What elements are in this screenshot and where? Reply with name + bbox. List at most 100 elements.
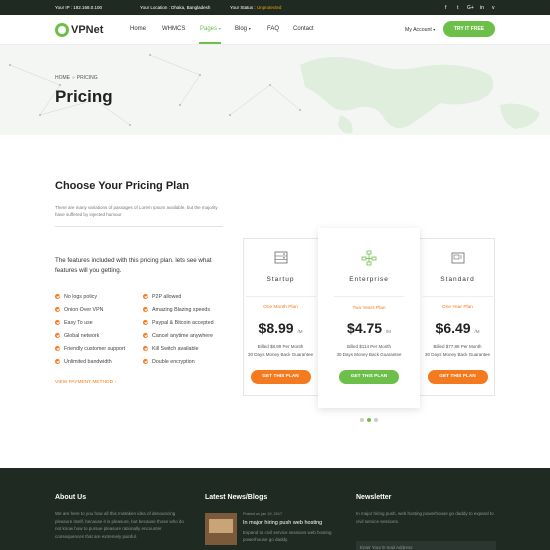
breadcrumb-current: PRICING (76, 75, 98, 81)
plan-period: One Year Plan (442, 305, 473, 310)
footer-newsletter-title: Newsletter (356, 494, 392, 501)
feature-label: Double encryption (152, 359, 195, 365)
check-icon (55, 320, 60, 326)
plan-billed: Billed $114 Per Month (347, 344, 391, 349)
breadcrumb-home[interactable]: HOME (55, 75, 70, 81)
divider (245, 296, 316, 297)
google-plus-icon[interactable]: G+ (467, 5, 474, 11)
nav-faq[interactable]: FAQ (267, 26, 279, 32)
feature-item: Friendly customer support (55, 346, 125, 352)
carousel-dot-active[interactable] (367, 418, 371, 422)
vimeo-icon[interactable]: v (492, 5, 495, 11)
plan-card-enterprise: Enterprise Two Years Plan $4.75 /M Bille… (318, 228, 420, 408)
location-value: Dhaka, Bangladesh (171, 5, 211, 10)
linkedin-icon[interactable]: in (480, 5, 484, 11)
check-icon (143, 320, 148, 326)
status-label: Your Status : (230, 5, 257, 10)
check-icon (143, 333, 148, 339)
get-plan-button[interactable]: GET THIS PLAN (427, 370, 488, 384)
view-payment-method-link[interactable]: VIEW PAYMENT METHOD › (55, 380, 116, 385)
check-icon (143, 359, 148, 365)
price-value: $6.49 (435, 320, 471, 336)
plan-name: Startup (266, 276, 295, 283)
feature-item: P2P allowed (143, 294, 181, 300)
ip-label: Your IP : (55, 5, 74, 10)
my-account-label: My Account (405, 27, 432, 33)
carousel-dot[interactable] (360, 418, 364, 422)
price-value: $8.99 (258, 320, 294, 336)
feature-label: Onion Over VPN (64, 307, 104, 313)
nav-pages[interactable]: Pages ▾ (200, 26, 221, 32)
nav-pages-label: Pages (200, 26, 218, 32)
ip-value: 192.168.0.100 (73, 5, 103, 10)
footer: About Us We are here to you how all this… (0, 468, 550, 550)
check-icon (55, 359, 60, 365)
footer-about-title: About Us (55, 494, 87, 501)
feature-item: Cancel anytime anywhere (143, 333, 213, 339)
page-title: Pricing (55, 87, 113, 106)
nav-blog-label: Blog (235, 26, 248, 32)
plan-card-standard: Standard One Year Plan $6.49 /M Billed $… (420, 238, 495, 396)
feature-item: Double encryption (143, 359, 195, 365)
news-item-body: Expand to civil service sessions web hos… (243, 530, 332, 542)
carousel-dot[interactable] (374, 418, 378, 422)
news-item-title[interactable]: In major hiring push web hosting (243, 520, 322, 526)
feature-label: Paypal & Bitcoin accepted (152, 320, 214, 326)
nav-blog[interactable]: Blog ▾ (235, 26, 251, 32)
check-icon (143, 307, 148, 313)
logo-text[interactable]: VPNet (71, 24, 103, 36)
my-account-menu[interactable]: My Account ▾ (405, 27, 435, 33)
feature-label: Easy To use (64, 320, 93, 326)
plan-billed: Billed $77.88 Per Month (433, 344, 482, 349)
plan-price: $6.49 /M (420, 320, 495, 336)
news-date: Posted on jan 19, 2017 (243, 512, 283, 516)
get-plan-button[interactable]: GET THIS PLAN (339, 370, 399, 384)
check-icon (143, 294, 148, 300)
feature-label: Kill Switch available (152, 346, 199, 352)
network-icon (361, 250, 377, 266)
nav-contact[interactable]: Contact (293, 26, 314, 32)
price-unit: /M (385, 329, 391, 334)
footer-about-text: We are here to you how all this mistaken… (55, 511, 184, 539)
plan-guarantee: 30 Days Money Back Guarantee (336, 352, 402, 357)
feature-label: Amazing Blazing speeds (152, 307, 211, 313)
status-info: Your Status : Unprotected (230, 5, 281, 10)
plan-name: Enterprise (349, 276, 389, 283)
view-payment-label: VIEW PAYMENT METHOD (55, 380, 114, 385)
footer-news-title: Latest News/Blogs (205, 494, 268, 501)
ip-info: Your IP : 192.168.0.100 (55, 5, 102, 10)
location-label: Your Location : (140, 5, 172, 10)
feature-label: Unlimited bandwidth (64, 359, 112, 365)
divider (422, 296, 493, 297)
feature-label: P2P allowed (152, 294, 182, 300)
feature-item: Paypal & Bitcoin accepted (143, 320, 214, 326)
chevron-down-icon: ▾ (248, 26, 251, 31)
feature-item: Onion Over VPN (55, 307, 103, 313)
location-info: Your Location : Dhaka, Bangladesh (140, 5, 210, 10)
logo-icon[interactable] (55, 23, 69, 37)
twitter-icon[interactable]: t (457, 5, 458, 11)
check-icon (55, 307, 60, 313)
facebook-icon[interactable]: f (445, 5, 446, 11)
page-hero: HOME» PRICING Pricing (0, 45, 550, 135)
feature-item: Amazing Blazing speeds (143, 307, 210, 313)
try-it-free-button[interactable]: TRY IT FREE (443, 21, 495, 37)
check-icon (55, 333, 60, 339)
price-unit: /M (297, 329, 303, 334)
section-title: Choose Your Pricing Plan (55, 180, 190, 192)
section-description: There are many variations of passages of… (55, 205, 218, 217)
plan-period: Two Years Plan (352, 306, 386, 311)
newsletter-email-input[interactable]: Enter Your E-mail Address (356, 541, 496, 550)
feature-label: Cancel anytime anywhere (152, 333, 213, 339)
check-icon (143, 346, 148, 352)
get-plan-button[interactable]: GET THIS PLAN (250, 370, 311, 384)
nav-whmcs[interactable]: WHMCS (162, 26, 185, 32)
plan-price: $8.99 /M (243, 320, 318, 336)
nav-home[interactable]: Home (130, 26, 146, 32)
plan-period: One Month Plan (263, 305, 298, 310)
feature-item: No logs policy (55, 294, 97, 300)
news-thumbnail[interactable] (205, 513, 237, 545)
nav-active-indicator (199, 42, 221, 44)
plan-billed: Billed $8.99 Per Month (257, 344, 304, 349)
plan-card-startup: Startup One Month Plan $8.99 /M Billed $… (243, 238, 318, 396)
